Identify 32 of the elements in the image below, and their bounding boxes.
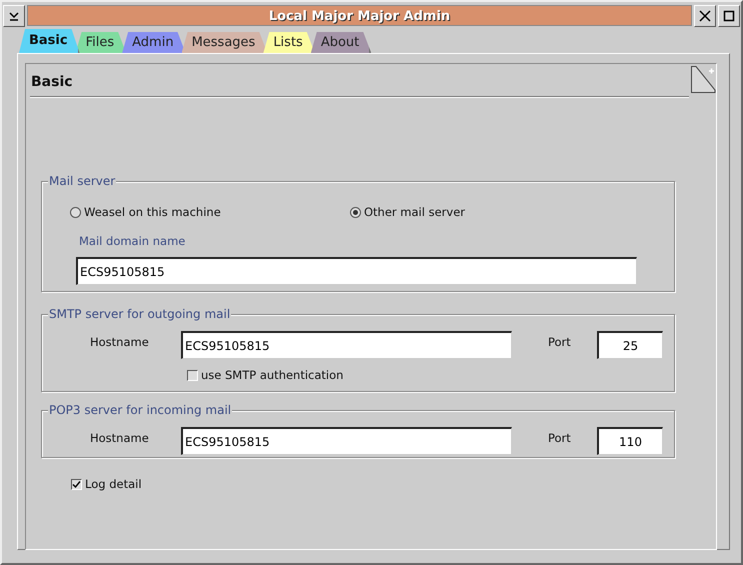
- hostname-field[interactable]: ECS95105815: [181, 427, 512, 455]
- checkbox[interactable]: Log detail: [71, 476, 142, 494]
- close-button[interactable]: [694, 5, 716, 27]
- page-corner-icon: [691, 66, 716, 93]
- port-field[interactable]: 110: [597, 427, 663, 455]
- tab[interactable]: About: [310, 32, 372, 53]
- checkbox[interactable]: use SMTP authentication: [187, 367, 344, 384]
- group-label: POP3 server for incoming mail: [48, 402, 232, 418]
- tab[interactable]: Messages: [182, 32, 268, 53]
- radio-option[interactable]: Weasel on this machine: [70, 204, 350, 222]
- maximize-button[interactable]: [718, 5, 740, 27]
- tab[interactable]: Lists: [263, 32, 315, 53]
- field-label: Port: [548, 334, 572, 351]
- radio-option[interactable]: Other mail server: [350, 204, 466, 222]
- checkmark-icon: [72, 480, 81, 490]
- tab[interactable]: Files: [76, 32, 126, 53]
- tab[interactable]: Admin: [122, 32, 186, 53]
- field-label: Hostname: [90, 334, 150, 351]
- domain-field[interactable]: ECS95105815: [76, 256, 637, 284]
- field-label: Port: [548, 430, 572, 447]
- page-title: Basic: [30, 68, 689, 97]
- tab[interactable]: Basic: [19, 29, 80, 53]
- field-label: Mail domain name: [79, 233, 186, 250]
- hostname-field[interactable]: ECS95105815: [181, 331, 512, 359]
- close-icon: [699, 10, 711, 22]
- group-label: SMTP server for outgoing mail: [48, 306, 232, 322]
- chevron-down-icon: [8, 10, 20, 22]
- maximize-icon: [723, 10, 735, 22]
- window-title: Local Major Major Admin: [27, 5, 692, 26]
- field-label: Hostname: [90, 430, 150, 447]
- menu-button[interactable]: [3, 5, 25, 27]
- port-field[interactable]: 25: [597, 331, 663, 359]
